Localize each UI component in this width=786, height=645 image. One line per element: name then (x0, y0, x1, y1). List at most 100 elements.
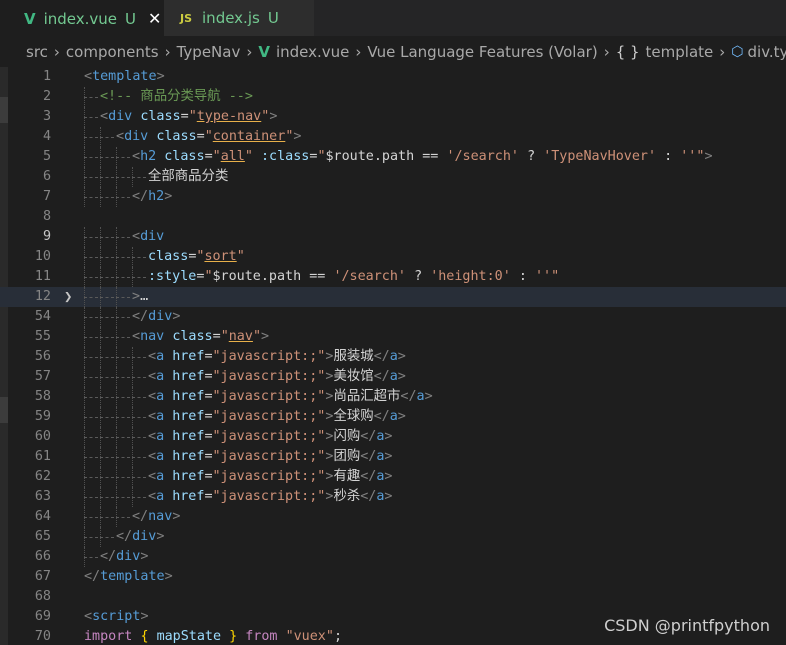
breadcrumb-file[interactable]: index.vue (276, 43, 349, 61)
line-number: 56 (34, 349, 51, 364)
js-file-icon: JS (180, 11, 193, 25)
breadcrumb-components[interactable]: components (66, 43, 159, 61)
line-number: 59 (34, 409, 51, 424)
code-line[interactable]: 57 <a href="javascript:;">美妆馆</a> (0, 367, 786, 387)
code-line[interactable]: 5 <h2 class="all" :class="$route.path == … (0, 147, 786, 167)
code-line[interactable]: 64 </nav> (0, 507, 786, 527)
line-number: 5 (42, 149, 51, 164)
line-number: 68 (34, 589, 51, 604)
code-line[interactable]: 6 全部商品分类 (0, 167, 786, 187)
code-line[interactable]: 58 <a href="javascript:;">尚品汇超市</a> (0, 387, 786, 407)
tab-git-status: U (125, 9, 137, 28)
code-text: <div class="type-nav"> (84, 107, 277, 127)
code-text: <div (84, 227, 164, 247)
line-number: 10 (34, 249, 51, 264)
code-text: <div class="container"> (84, 127, 301, 147)
code-text: </template> (84, 569, 173, 584)
code-line[interactable]: 12 ❯ >… (0, 287, 786, 307)
breadcrumb-language[interactable]: Vue Language Features (Volar) (367, 43, 597, 61)
code-line[interactable]: 59 <a href="javascript:;">全球购</a> (0, 407, 786, 427)
code-line[interactable]: 65 </div> (0, 527, 786, 547)
code-text: <template> (84, 69, 165, 84)
line-number: 66 (34, 549, 51, 564)
line-number: 57 (34, 369, 51, 384)
code-line[interactable]: 62 <a href="javascript:;">有趣</a> (0, 467, 786, 487)
line-number: 67 (34, 569, 51, 584)
line-number: 54 (34, 309, 51, 324)
code-text: <nav class="nav"> (84, 327, 269, 347)
vue-file-icon: V (258, 43, 270, 61)
breadcrumb-element[interactable]: div.typ (748, 43, 786, 61)
code-line[interactable]: 4 <div class="container"> (0, 127, 786, 147)
line-number: 12 (34, 289, 51, 304)
tab-index-js[interactable]: JS index.js U (164, 0, 314, 36)
code-line[interactable]: 61 <a href="javascript:;">团购</a> (0, 447, 786, 467)
code-editor[interactable]: 1 <template> 2 <!-- 商品分类导航 --> 3 <div class="… (0, 67, 786, 645)
breadcrumb-src[interactable]: src (26, 43, 48, 61)
tab-index-vue[interactable]: V index.vue U ✕ (0, 0, 164, 36)
code-line[interactable]: 67 </template> (0, 567, 786, 587)
watermark: CSDN @printfpython (604, 616, 770, 635)
line-number: 4 (42, 129, 51, 144)
chevron-right-icon: › (164, 43, 171, 61)
code-text: <script> (84, 609, 149, 624)
code-text: import { mapState } from "vuex"; (84, 629, 342, 644)
line-number: 2 (42, 89, 51, 104)
line-number: 70 (34, 629, 51, 644)
line-number: 62 (34, 469, 51, 484)
code-text: <a href="javascript:;">秒杀</a> (84, 487, 392, 507)
code-line[interactable]: 54 </div> (0, 307, 786, 327)
line-number: 6 (42, 169, 51, 184)
code-text: <a href="javascript:;">团购</a> (84, 447, 392, 467)
code-line[interactable]: 63 <a href="javascript:;">秒杀</a> (0, 487, 786, 507)
code-line[interactable]: 10 class="sort" (0, 247, 786, 267)
close-icon[interactable]: ✕ (148, 9, 161, 28)
vue-file-icon: V (24, 9, 36, 28)
code-text: <a href="javascript:;">服装城</a> (84, 347, 406, 367)
code-line[interactable]: 68 (0, 587, 786, 607)
code-line[interactable]: 56 <a href="javascript:;">服装城</a> (0, 347, 786, 367)
code-line[interactable]: 2 <!-- 商品分类导航 --> (0, 87, 786, 107)
code-text: class="sort" (84, 247, 245, 267)
code-text: </div> (84, 307, 180, 327)
code-text: </div> (84, 527, 164, 547)
code-text: <!-- 商品分类导航 --> (84, 87, 253, 107)
chevron-right-icon: › (355, 43, 362, 61)
breadcrumb-typenav[interactable]: TypeNav (177, 43, 241, 61)
chevron-right-icon: › (53, 43, 60, 61)
code-text: </nav> (84, 507, 180, 527)
code-line[interactable]: 9 <div (0, 227, 786, 247)
code-line[interactable]: 7 </h2> (0, 187, 786, 207)
code-text: <a href="javascript:;">有趣</a> (84, 467, 392, 487)
code-text: <a href="javascript:;">全球购</a> (84, 407, 406, 427)
line-number: 65 (34, 529, 51, 544)
breadcrumb: src › components › TypeNav › V index.vue… (0, 36, 786, 68)
tab-filename: index.js (202, 9, 260, 27)
code-line[interactable]: 60 <a href="javascript:;">闪购</a> (0, 427, 786, 447)
breadcrumb-template[interactable]: template (646, 43, 714, 61)
code-line[interactable]: 55 <nav class="nav"> (0, 327, 786, 347)
code-line[interactable]: 66 </div> (0, 547, 786, 567)
tab-filename: index.vue (43, 9, 118, 28)
braces-icon: { } (615, 43, 640, 61)
line-number: 58 (34, 389, 51, 404)
code-text: 全部商品分类 (84, 167, 228, 187)
line-number: 9 (42, 229, 51, 244)
line-number: 69 (34, 609, 51, 624)
chevron-right-icon: › (246, 43, 253, 61)
code-line[interactable]: 1 <template> (0, 67, 786, 87)
code-line[interactable]: 8 (0, 207, 786, 227)
code-text: <h2 class="all" :class="$route.path == '… (84, 147, 713, 167)
line-number: 55 (34, 329, 51, 344)
chevron-right-icon: › (603, 43, 610, 61)
line-number: 1 (42, 69, 51, 84)
code-text: <a href="javascript:;">尚品汇超市</a> (84, 387, 433, 407)
code-text: <a href="javascript:;">美妆馆</a> (84, 367, 406, 387)
chevron-right-icon: › (719, 43, 726, 61)
code-line[interactable]: 3 <div class="type-nav"> (0, 107, 786, 127)
cube-icon: ⬡ (731, 44, 744, 60)
code-line[interactable]: 11:style="$route.path == '/search' ? 'he… (0, 267, 786, 287)
fold-chevron-icon[interactable]: ❯ (64, 287, 72, 307)
tab-git-status: U (267, 9, 279, 27)
line-number: 60 (34, 429, 51, 444)
